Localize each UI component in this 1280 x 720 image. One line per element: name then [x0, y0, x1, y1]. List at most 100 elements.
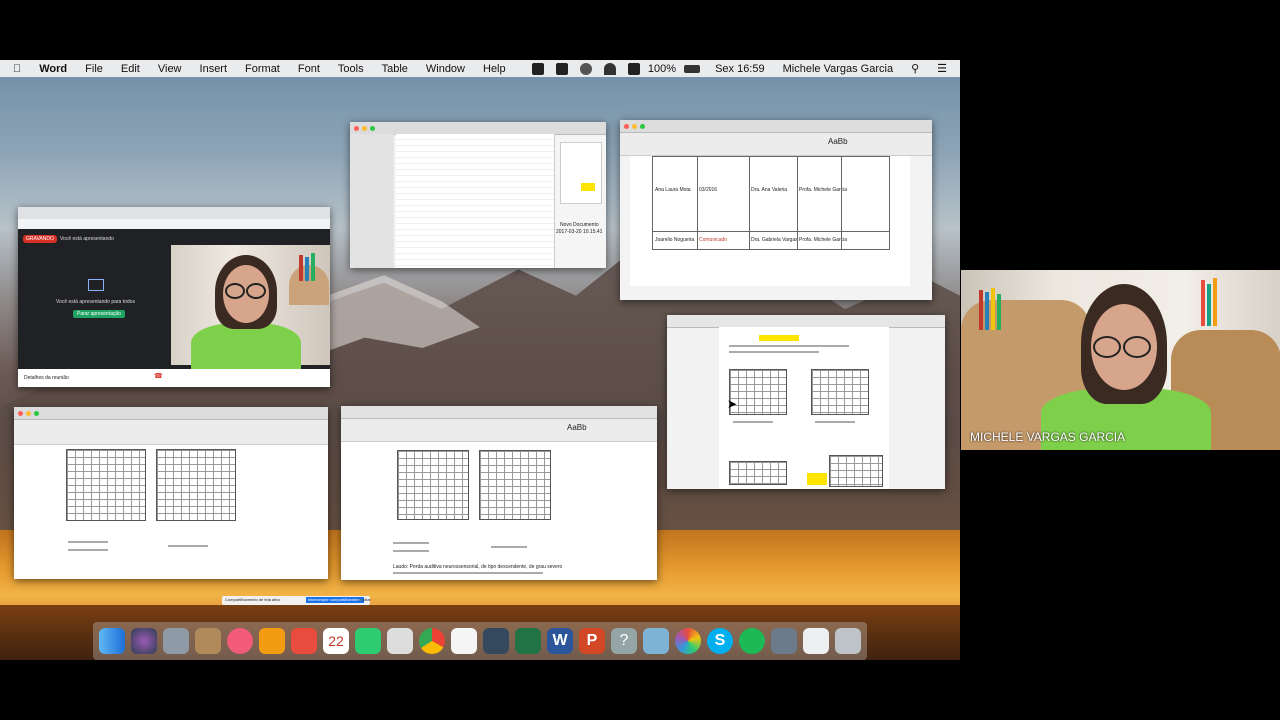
- preview-filename: Novo Documento: [560, 222, 599, 228]
- menu-insert[interactable]: Insert: [200, 63, 228, 75]
- participant-video-thumb: [171, 245, 330, 373]
- menu-window[interactable]: Window: [426, 63, 465, 75]
- maps-icon[interactable]: [643, 628, 669, 654]
- menu-app-name[interactable]: Word: [39, 63, 67, 75]
- meeting-details[interactable]: Detalhes da reunião: [24, 375, 69, 381]
- photos-icon[interactable]: [675, 628, 701, 654]
- report-caption: Laudo: Perda auditiva neurossensorial, d…: [393, 564, 563, 570]
- word-ribbon[interactable]: AaBb: [620, 133, 932, 156]
- menu-format[interactable]: Format: [245, 63, 280, 75]
- notes-app-icon[interactable]: [195, 628, 221, 654]
- document-table: Ana Laura Mota 03/2016 Dra. Ana Valeria …: [652, 156, 890, 250]
- clock[interactable]: Sex 16:59: [715, 63, 765, 75]
- word-window-audiogram-middle[interactable]: AaBb Laudo: Perda auditiva neurossensori…: [341, 406, 657, 580]
- stop-sharing-button[interactable]: Interromper compartilhamento: [306, 597, 364, 603]
- word-titlebar[interactable]: [341, 406, 657, 419]
- finder-column-1[interactable]: [396, 134, 461, 268]
- trash-icon[interactable]: [835, 628, 861, 654]
- apple-icon[interactable]: : [13, 63, 21, 75]
- editor-icon[interactable]: [483, 628, 509, 654]
- menu-view[interactable]: View: [158, 63, 182, 75]
- table-cell: Ana Laura Mota: [655, 187, 691, 193]
- user-name[interactable]: Michele Vargas Garcia: [783, 63, 893, 75]
- pdf-app-icon[interactable]: [291, 628, 317, 654]
- participant-name: MICHELE VARGAS GARCIA: [970, 430, 1126, 444]
- highlight: [759, 335, 799, 341]
- dock: 22 W P ? S: [93, 622, 867, 660]
- presenting-text: Você está apresentando para todos: [56, 299, 135, 305]
- browser-tabs[interactable]: [18, 207, 330, 219]
- skype-icon[interactable]: S: [707, 628, 733, 654]
- image-capture-icon[interactable]: [771, 628, 797, 654]
- siri-icon[interactable]: [131, 628, 157, 654]
- table-cell: Dra. Ana Valeria: [751, 187, 788, 193]
- document-page[interactable]: Ana Laura Mota 03/2016 Dra. Ana Valeria …: [630, 156, 910, 286]
- style-gallery[interactable]: AaBb: [828, 138, 848, 146]
- document-icon[interactable]: [451, 628, 477, 654]
- word-window-table[interactable]: AaBb Ana Laura Mota 03/2016 Dra. Ana Val…: [620, 120, 932, 300]
- word-titlebar[interactable]: [620, 120, 932, 133]
- finder-sidebar[interactable]: [350, 134, 394, 268]
- menu-table[interactable]: Table: [382, 63, 408, 75]
- menu-edit[interactable]: Edit: [121, 63, 140, 75]
- speech-table: [729, 461, 787, 485]
- menu-file[interactable]: File: [85, 63, 103, 75]
- audiogram-right-ear: [66, 449, 146, 521]
- cloud-icon[interactable]: [555, 62, 568, 75]
- powerpoint-icon[interactable]: P: [579, 628, 605, 654]
- hangup-icon[interactable]: ☎: [154, 373, 163, 380]
- table-cell: Dra. Gabriela Vargas: [751, 237, 798, 243]
- finder-column-2[interactable]: [460, 134, 509, 268]
- menu-help[interactable]: Help: [483, 63, 506, 75]
- calendar-icon[interactable]: 22: [323, 628, 349, 654]
- recording-badge: GRAVANDO: [23, 235, 57, 243]
- audiogram-left-ear: [479, 450, 551, 520]
- battery-level[interactable]: 100%: [648, 63, 676, 75]
- hide-button[interactable]: Ocultar: [358, 597, 371, 603]
- presenting-header: Você está apresentando: [60, 236, 114, 242]
- word-window-audiogram-right[interactable]: ➤: [667, 315, 945, 489]
- address-bar[interactable]: [18, 219, 330, 229]
- dropbox-icon[interactable]: [531, 62, 544, 75]
- style-gallery[interactable]: AaBb: [567, 424, 587, 432]
- downloads-folder-icon[interactable]: [803, 628, 829, 654]
- word-window-audiogram-left[interactable]: [14, 407, 328, 579]
- finder-column-3[interactable]: [508, 134, 555, 268]
- help-icon[interactable]: ?: [611, 628, 637, 654]
- audiogram-left-ear: [156, 449, 236, 521]
- time-machine-icon[interactable]: [579, 62, 592, 75]
- audiogram-left-ear: [811, 369, 869, 415]
- preview-icon[interactable]: [387, 628, 413, 654]
- meet-window[interactable]: GRAVANDO Você está apresentando Você est…: [18, 207, 330, 387]
- finder-icon[interactable]: [99, 628, 125, 654]
- table-cell: Profa. Michele Garcia: [799, 187, 848, 193]
- meet-controls-bar: Detalhes da reunião ☎: [18, 369, 330, 387]
- menu-tools[interactable]: Tools: [338, 63, 364, 75]
- spotify-icon[interactable]: [739, 628, 765, 654]
- battery-icon[interactable]: [684, 64, 701, 73]
- messages-icon[interactable]: [355, 628, 381, 654]
- word-ribbon[interactable]: AaBb: [341, 419, 657, 442]
- status-area: 100% Sex 16:59 Michele Vargas Garcia ⚲ ☰: [526, 62, 956, 75]
- word-titlebar[interactable]: [14, 407, 328, 420]
- notification-icon[interactable]: ☰: [937, 62, 947, 75]
- stop-presenting-button[interactable]: Parar apresentação: [73, 310, 125, 318]
- table-cell: Profa. Michele Garcia: [799, 237, 848, 243]
- menu-font[interactable]: Font: [298, 63, 320, 75]
- volume-icon[interactable]: [627, 62, 640, 75]
- finder-window[interactable]: Novo Documento 2017-03-20 10.15.41: [350, 122, 606, 268]
- document-page[interactable]: [719, 327, 889, 489]
- music-icon[interactable]: [227, 628, 253, 654]
- search-icon[interactable]: ⚲: [911, 62, 919, 75]
- highlight: [807, 473, 827, 485]
- table-cell: Comunicado: [699, 237, 728, 243]
- chrome-icon[interactable]: [419, 628, 445, 654]
- books-icon[interactable]: [259, 628, 285, 654]
- excel-icon[interactable]: [515, 628, 541, 654]
- launchpad-icon[interactable]: [163, 628, 189, 654]
- word-icon[interactable]: W: [547, 628, 573, 654]
- speech-table: [829, 455, 883, 487]
- word-ribbon[interactable]: [14, 420, 328, 445]
- table-cell: Joarelio Nogueira: [655, 237, 695, 243]
- wifi-icon[interactable]: [603, 62, 616, 75]
